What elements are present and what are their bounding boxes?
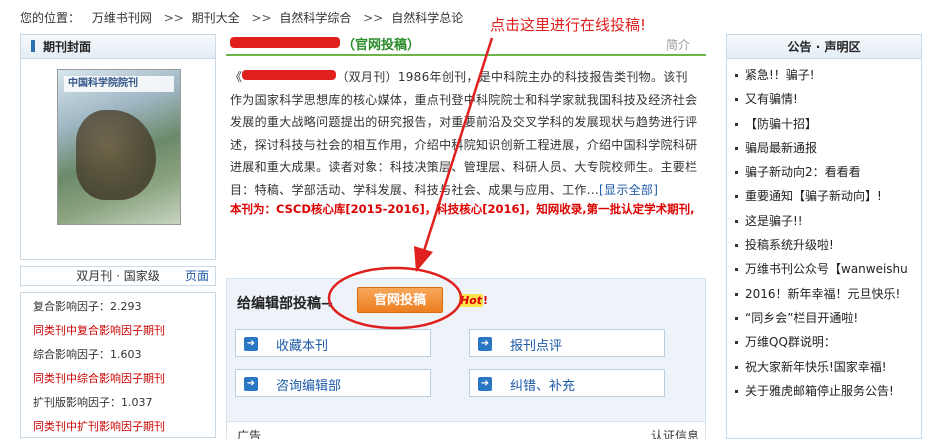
left-sidebar: 期刊封面 中国科学院院刊 双月刊 · 国家级 页面 复合影响因子：2.293 同… (20, 34, 216, 438)
notice-item[interactable]: 【防骗十招】 (735, 112, 921, 136)
stat-extended-if: 扩刊版影响因子：1.037 (33, 396, 153, 409)
report-error-button[interactable]: ➜ 纠错、补充 (469, 369, 665, 397)
breadcrumb-separator: >> (363, 11, 384, 25)
arrow-right-icon: ➜ (478, 337, 492, 351)
notice-item[interactable]: 祝大家新年快乐!国家幸福! (735, 355, 921, 379)
notice-item[interactable]: 这是骗子!! (735, 209, 921, 233)
breadcrumb-link-general[interactable]: 自然科学总论 (391, 11, 463, 25)
notice-header: 公告 · 声明区 (727, 35, 921, 59)
notice-item[interactable]: 骗子新动向2：看看看 (735, 160, 921, 184)
cover-box-header: 期刊封面 (21, 35, 215, 59)
cover-journal-name: 中国科学院院刊 (64, 76, 174, 92)
core-index-line: 本刊为：CSCD核心库[2015-2016]，科技核心[2016]，知网收录,第… (230, 201, 695, 216)
consult-editor-button[interactable]: ➜ 咨询编辑部 (235, 369, 431, 397)
redacted-journal-name (242, 70, 337, 80)
impact-factor-list: 复合影响因子：2.293 同类刊中复合影响因子期刊 综合影响因子：1.603 同… (20, 292, 216, 438)
main-content: （官网投稿） 简介 《（双月刊）1986年创刊，是中科院主办的科技报告类刊物。该… (226, 34, 706, 439)
stat-overall-if: 综合影响因子：1.603 (33, 348, 142, 361)
cover-fossil-image (76, 110, 156, 200)
notice-item[interactable]: 紧急!！骗子! (735, 63, 921, 87)
annotation-text: 点击这里进行在线投稿! (490, 16, 647, 34)
journal-title-bar: （官网投稿） 简介 (226, 34, 706, 56)
show-all-link[interactable]: [显示全部] (599, 183, 658, 197)
arrow-right-icon: ➜ (478, 377, 492, 391)
notice-item[interactable]: 2016！新年幸福！元旦快乐! (735, 282, 921, 306)
notice-list: 紧急!！骗子! 又有骗情! 【防骗十招】 骗局最新通报 骗子新动向2：看看看 重… (727, 59, 921, 403)
ad-bar: 广告 认证信息 (227, 421, 705, 439)
hot-badge: Hot! (459, 294, 488, 307)
annotation-arrow-head (414, 246, 433, 272)
notice-sidebar: 公告 · 声明区 紧急!！骗子! 又有骗情! 【防骗十招】 骗局最新通报 骗子新… (726, 34, 922, 439)
notice-item[interactable]: 骗局最新通报 (735, 136, 921, 160)
breadcrumb-link-journals[interactable]: 期刊大全 (192, 11, 240, 25)
breadcrumb-link-natural-science[interactable]: 自然科学综合 (279, 11, 351, 25)
desc-body: （双月刊）1986年创刊，是中科院主办的科技报告类刊物。该刊作为国家科学思想库的… (230, 70, 698, 197)
intro-tab[interactable]: 简介 (666, 36, 690, 53)
report-error-label: 纠错、补充 (510, 379, 576, 394)
journal-title[interactable]: （官网投稿） (230, 34, 420, 53)
stat-overall-rank-link[interactable]: 同类刊中综合影响因子期刊 (33, 367, 207, 391)
review-button[interactable]: ➜ 报刊点评 (469, 329, 665, 357)
notice-item[interactable]: 万维QQ群说明： (735, 330, 921, 354)
notice-item[interactable]: 万维书刊公众号【wanweishu (735, 257, 921, 281)
breadcrumb-separator: >> (163, 11, 184, 25)
hot-label: Hot (459, 294, 484, 307)
consult-editor-label: 咨询编辑部 (276, 379, 342, 394)
hot-suffix: ! (483, 294, 489, 307)
breadcrumb-link-home[interactable]: 万维书刊网 (92, 11, 152, 25)
review-label: 报刊点评 (510, 339, 563, 354)
breadcrumb-label: 您的位置： (20, 11, 81, 25)
favorite-label: 收藏本刊 (276, 339, 329, 354)
stat-composite-rank-link[interactable]: 同类刊中复合影响因子期刊 (33, 319, 207, 343)
notice-item[interactable]: 又有骗情! (735, 87, 921, 111)
arrow-right-icon: ➜ (244, 337, 258, 351)
favorite-button[interactable]: ➜ 收藏本刊 (235, 329, 431, 357)
notice-item[interactable]: 投稿系统升级啦! (735, 233, 921, 257)
journal-cover-image[interactable]: 中国科学院院刊 (57, 69, 181, 225)
redacted-journal-name (230, 37, 340, 48)
cover-area: 中国科学院院刊 双月刊 · 国家级 (21, 59, 215, 283)
arrow-right-icon: ➜ (244, 377, 258, 391)
cert-info-link[interactable]: 认证信息 (651, 427, 699, 439)
submit-panel: 给编辑部投稿→ 官网投稿 Hot! ➜ 收藏本刊 ➜ 报刊点评 ➜ 咨询编辑部 … (226, 278, 706, 439)
header-marker-icon (31, 40, 35, 52)
cover-box-title: 期刊封面 (43, 40, 92, 54)
cover-caption: 双月刊 · 国家级 (76, 269, 160, 283)
notice-item[interactable]: “同乡会”栏目开通啦! (735, 306, 921, 330)
notice-item[interactable]: 重要通知【骗子新动向】! (735, 184, 921, 208)
notice-item[interactable]: 关于雅虎邮箱停止服务公告! (735, 379, 921, 403)
official-submit-button[interactable]: 官网投稿 (357, 287, 443, 313)
breadcrumb-separator: >> (251, 11, 272, 25)
official-submit-title-link[interactable]: （官网投稿） (342, 38, 420, 53)
journal-description: 《（双月刊）1986年创刊，是中科院主办的科技报告类刊物。该刊作为国家科学思想库… (226, 56, 706, 202)
ad-label: 广告 (237, 429, 262, 439)
stat-extended-rank-link[interactable]: 同类刊中扩刊影响因子期刊 (33, 415, 207, 437)
stat-composite-if: 复合影响因子：2.293 (33, 300, 142, 313)
desc-open-quote: 《 (230, 70, 243, 84)
submit-label: 给编辑部投稿→ (237, 296, 333, 312)
cover-box: 期刊封面 中国科学院院刊 双月刊 · 国家级 (20, 34, 216, 283)
breadcrumb: 您的位置： 万维书刊网 >> 期刊大全 >> 自然科学综合 >> 自然科学总论 (20, 8, 471, 28)
